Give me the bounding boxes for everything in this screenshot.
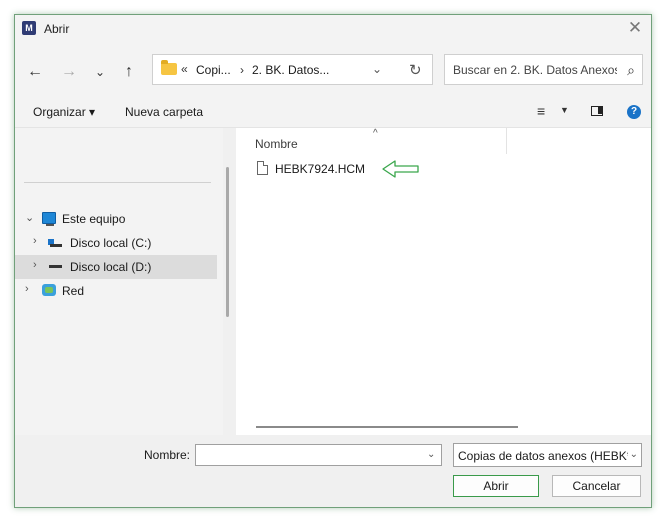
sidebar-item-disco-d[interactable]: › Disco local (D:): [15, 255, 217, 279]
nav-divider: [24, 182, 211, 183]
close-button[interactable]: ✕: [623, 17, 647, 39]
help-icon[interactable]: ?: [627, 105, 641, 119]
address-bar[interactable]: « Copi... › 2. BK. Datos... ⌄ ↻: [152, 54, 433, 85]
chevron-down-icon[interactable]: ⌄: [627, 449, 638, 460]
navigation-bar: ← → ⌄ ↑ « Copi... › 2. BK. Datos... ⌄ ↻ …: [15, 43, 651, 97]
breadcrumb-separator[interactable]: ›: [240, 63, 244, 77]
chevron-right-icon[interactable]: ›: [25, 283, 29, 295]
back-button[interactable]: ←: [25, 62, 45, 82]
preview-pane-icon[interactable]: [591, 106, 603, 116]
view-dropdown-icon[interactable]: ▼: [560, 105, 569, 115]
dialog-footer: Nombre: ⌄ Copias de datos anexos (HEBK* …: [15, 435, 651, 507]
breadcrumb-datos[interactable]: 2. BK. Datos...: [252, 63, 329, 77]
chevron-down-icon[interactable]: ⌄: [427, 449, 435, 460]
command-bar: Organizar ▾ Nueva carpeta ≡ ▼ ?: [15, 97, 651, 128]
open-file-dialog: M Abrir ✕ ← → ⌄ ↑ « Copi... › 2. BK. Dat…: [14, 14, 652, 508]
forward-button[interactable]: →: [59, 62, 79, 82]
up-button[interactable]: ↑: [119, 62, 139, 82]
sidebar-item-red[interactable]: › Red: [15, 279, 217, 303]
cancel-button[interactable]: Cancelar: [552, 475, 641, 497]
new-folder-button[interactable]: Nueva carpeta: [125, 105, 203, 119]
file-icon: [257, 161, 268, 175]
nav-scrollbar[interactable]: [226, 167, 229, 317]
drive-icon: [48, 236, 62, 248]
column-divider[interactable]: [506, 128, 507, 154]
file-type-select[interactable]: Copias de datos anexos (HEBK* ⌄: [453, 443, 642, 467]
window-title: Abrir: [44, 22, 70, 36]
file-name: HEBK7924.HCM: [275, 162, 366, 176]
column-header-name[interactable]: ^ Nombre: [236, 128, 651, 154]
file-name-label: Nombre:: [144, 448, 191, 462]
search-box[interactable]: ⌕: [444, 54, 643, 85]
sidebar-item-disco-c[interactable]: › Disco local (C:): [15, 231, 217, 255]
open-button[interactable]: Abrir: [453, 475, 539, 497]
network-icon: [42, 284, 56, 296]
chevron-right-icon[interactable]: ›: [33, 259, 37, 271]
refresh-icon[interactable]: ↻: [409, 61, 422, 79]
sort-ascending-icon: ^: [373, 128, 378, 139]
file-list: ^ Nombre HEBK7924.HCM: [236, 128, 651, 435]
horizontal-scrollbar[interactable]: [256, 426, 518, 428]
monitor-icon: [42, 212, 56, 226]
sidebar-item-label: Disco local (C:): [70, 236, 152, 250]
address-dropdown[interactable]: ⌄: [372, 62, 382, 76]
sidebar-item-label: Red: [62, 284, 85, 298]
chevron-right-icon[interactable]: ›: [33, 235, 37, 247]
drive-icon: [48, 260, 62, 272]
chevron-down-icon[interactable]: ⌄: [25, 211, 34, 224]
organize-button[interactable]: Organizar ▾: [33, 105, 95, 119]
sidebar-item-este-equipo[interactable]: ⌄ Este equipo: [15, 207, 217, 231]
view-options-icon[interactable]: ≡: [537, 103, 545, 119]
sidebar-item-label: Disco local (D:): [70, 260, 152, 274]
file-name-input[interactable]: [195, 444, 442, 466]
recent-locations-button[interactable]: ⌄: [90, 62, 110, 82]
breadcrumb-copias[interactable]: Copi...: [196, 63, 231, 77]
arrow-left-icon: [382, 160, 419, 178]
sidebar-item-label: Este equipo: [62, 212, 126, 226]
list-item[interactable]: HEBK7924.HCM: [252, 159, 452, 179]
app-icon: M: [22, 21, 36, 35]
title-bar: M Abrir ✕: [15, 15, 651, 43]
file-type-value: Copias de datos anexos (HEBK*: [458, 449, 632, 463]
navigation-pane: ⌄ Este equipo › Disco local (C:) › Disco…: [15, 128, 223, 435]
search-input[interactable]: [453, 63, 617, 77]
search-icon[interactable]: ⌕: [627, 62, 635, 79]
folder-icon: [161, 60, 177, 75]
address-overflow[interactable]: «: [181, 62, 188, 76]
column-name-label[interactable]: Nombre: [255, 137, 298, 151]
